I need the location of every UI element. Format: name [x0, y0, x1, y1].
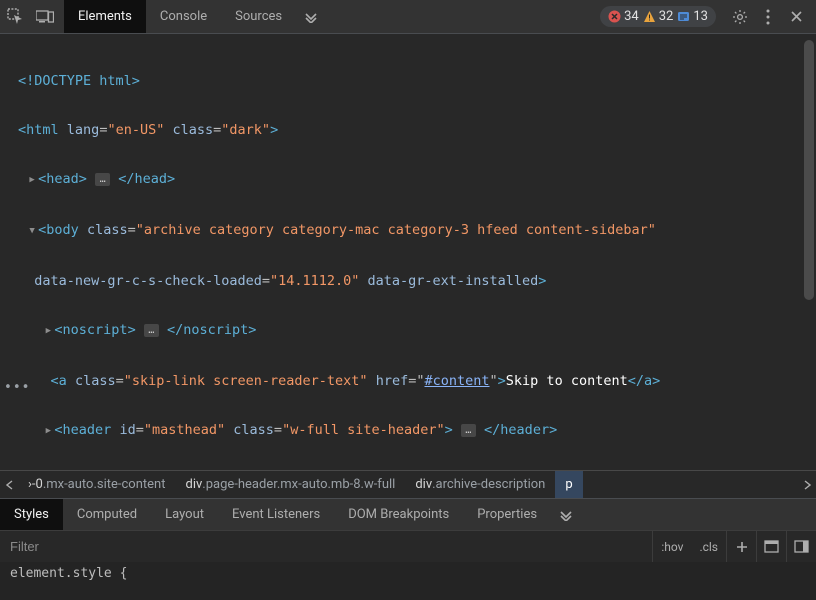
issue-counter[interactable]: 34 32 13	[600, 6, 716, 27]
devtools-toolbar: Elements Console Sources 34 32 13	[0, 0, 816, 34]
tab-event-listeners[interactable]: Event Listeners	[218, 499, 334, 530]
tab-dom-breakpoints[interactable]: DOM Breakpoints	[334, 499, 463, 530]
tab-computed[interactable]: Computed	[63, 499, 151, 530]
tab-styles[interactable]: Styles	[0, 499, 63, 530]
toggle-class-button[interactable]: .cls	[691, 531, 726, 562]
inspect-element-icon[interactable]	[0, 0, 30, 33]
settings-icon[interactable]	[726, 9, 754, 25]
collapsed-content-icon[interactable]: …	[95, 173, 110, 186]
scrollbar[interactable]	[804, 40, 814, 300]
dom-breadcrumb: ›-0.mx-auto.site-content div.page-header…	[0, 470, 816, 498]
collapsed-content-icon[interactable]: …	[461, 424, 476, 437]
toggle-hover-button[interactable]: :hov	[652, 531, 691, 562]
crumb-scroll-left-icon[interactable]	[0, 471, 18, 498]
crumb-item[interactable]: ›-0.mx-auto.site-content	[18, 471, 175, 498]
warning-icon	[643, 10, 656, 23]
tab-console[interactable]: Console	[146, 0, 221, 33]
toggle-sidebar-icon[interactable]	[786, 531, 816, 562]
tab-layout[interactable]: Layout	[151, 499, 218, 530]
dom-tree-panel: ••• <!DOCTYPE html> <html lang="en-US" c…	[0, 34, 816, 470]
styles-filter-bar: :hov .cls	[0, 530, 816, 562]
more-tabs-icon[interactable]	[296, 11, 326, 23]
sidebar-tabs: Styles Computed Layout Event Listeners D…	[0, 498, 816, 530]
tab-elements[interactable]: Elements	[64, 0, 146, 33]
more-tabs-icon[interactable]	[551, 499, 581, 530]
close-icon[interactable]	[782, 10, 810, 23]
tab-properties[interactable]: Properties	[463, 499, 551, 530]
tab-sources[interactable]: Sources	[221, 0, 296, 33]
new-style-rule-icon[interactable]	[726, 531, 756, 562]
crumb-item-selected[interactable]: p	[555, 471, 582, 498]
dom-tree[interactable]: <!DOCTYPE html> <html lang="en-US" class…	[0, 34, 816, 470]
styles-filter-input[interactable]	[0, 539, 652, 554]
crumb-scroll-right-icon[interactable]	[798, 471, 816, 498]
expand-caret-icon[interactable]	[26, 217, 38, 244]
kebab-icon[interactable]	[754, 9, 782, 25]
expand-caret-icon[interactable]	[42, 417, 54, 444]
info-count: 13	[693, 9, 708, 24]
expand-caret-icon[interactable]	[26, 166, 38, 193]
crumb-item[interactable]: div.archive-description	[405, 471, 555, 498]
crumb-item[interactable]: div.page-header.mx-auto.mb-8.w-full	[175, 471, 405, 498]
warning-count: 32	[659, 9, 674, 24]
info-icon	[677, 10, 690, 23]
panel-tabs: Elements Console Sources	[64, 0, 296, 33]
device-toolbar-icon[interactable]	[30, 0, 60, 33]
collapsed-content-icon[interactable]: …	[144, 324, 159, 337]
computed-sidebar-icon[interactable]	[756, 531, 786, 562]
expand-caret-icon[interactable]	[42, 317, 54, 344]
selected-row-gutter-icon[interactable]: •••	[4, 380, 30, 395]
error-icon	[608, 10, 621, 23]
element-style-header: element.style {	[0, 562, 816, 581]
error-count: 34	[624, 9, 639, 24]
